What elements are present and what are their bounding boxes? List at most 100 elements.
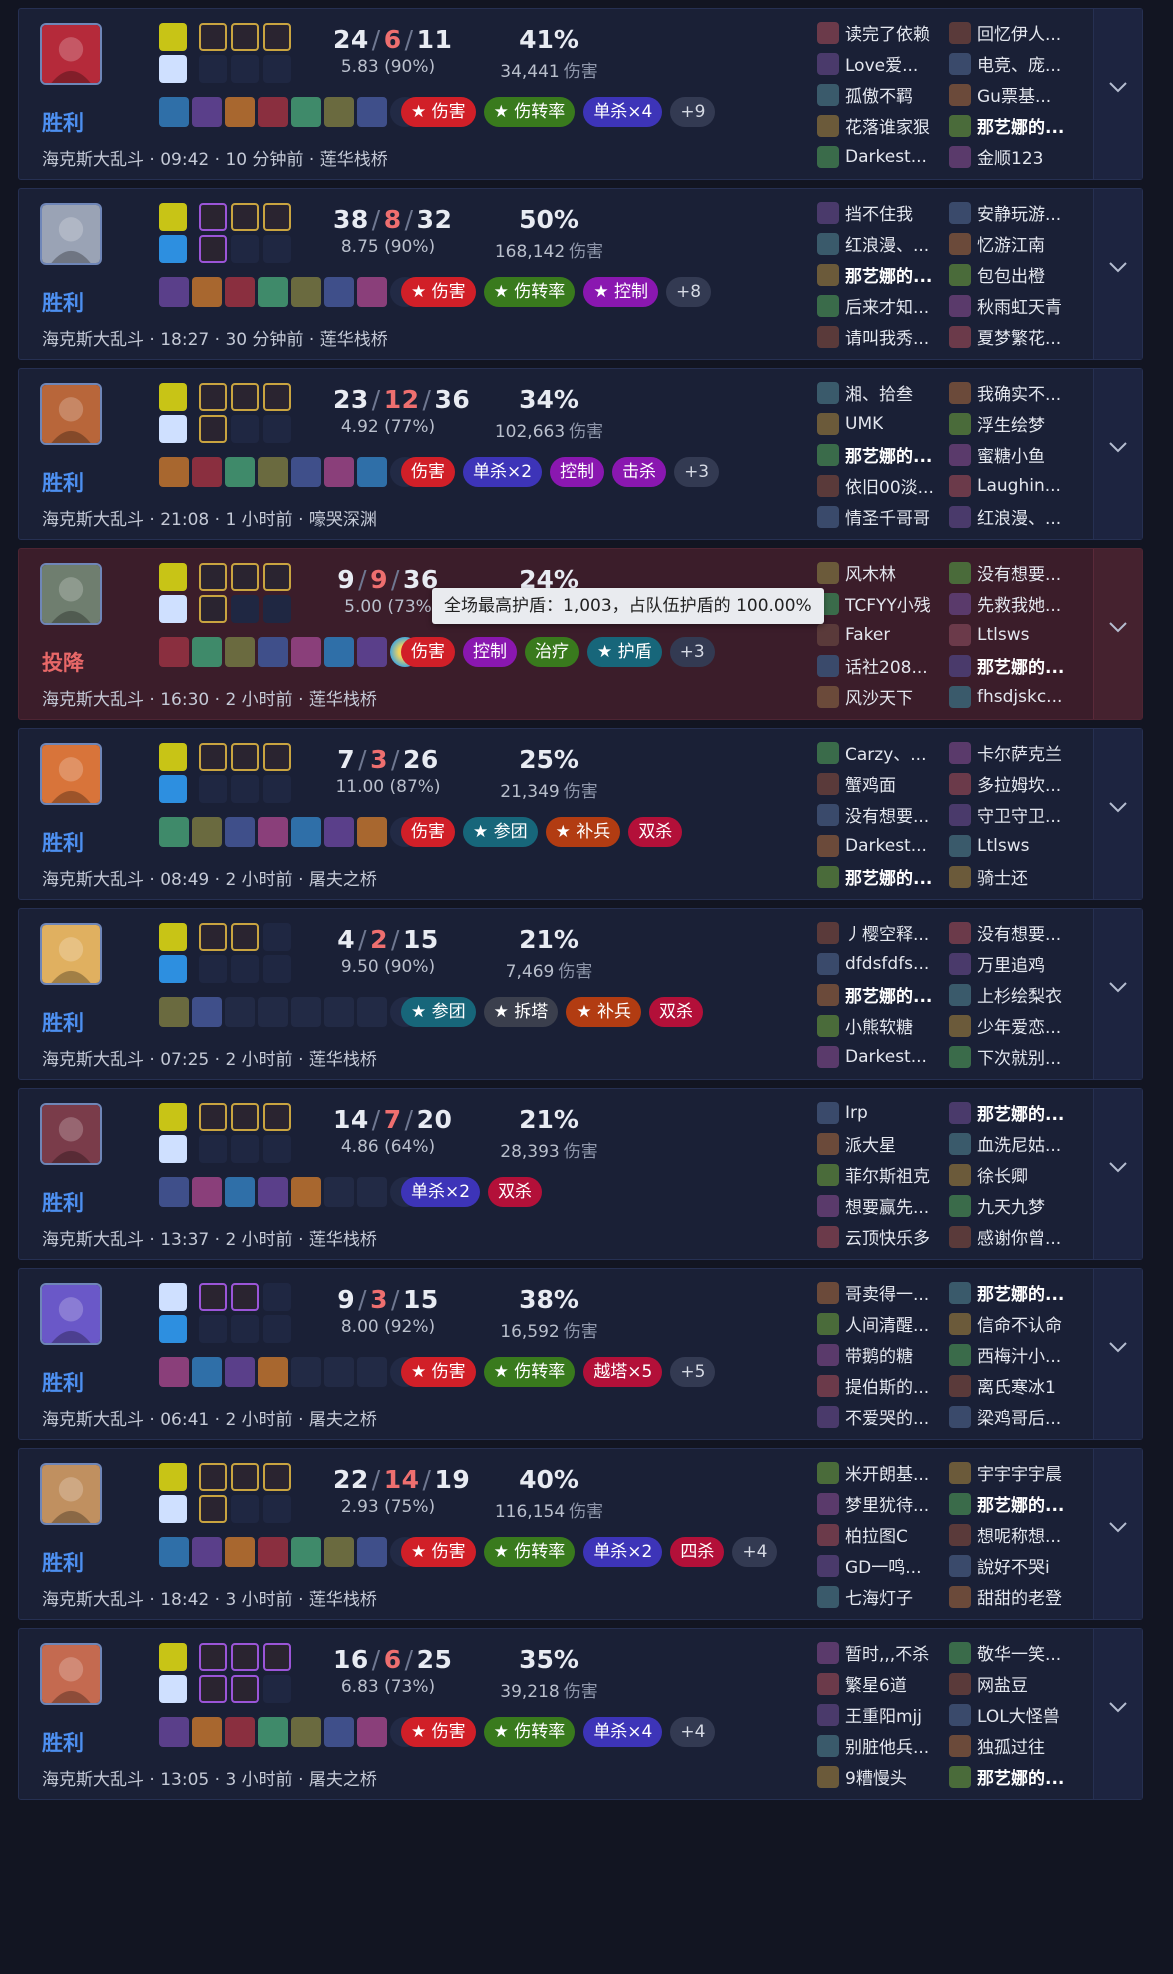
player-entry[interactable]: 回忆伊人... [949, 17, 1077, 48]
player-entry[interactable]: 米开朗基... [817, 1457, 945, 1488]
player-name[interactable]: 下次就别... [977, 1044, 1061, 1069]
player-name[interactable]: 别脏他兵... [845, 1733, 929, 1758]
player-entry[interactable]: 宇宇宇宇晨 [949, 1457, 1077, 1488]
player-name[interactable]: 花落谁家狠 [845, 113, 930, 138]
player-entry[interactable]: Irp [817, 1097, 945, 1128]
player-entry[interactable]: 信命不认命 [949, 1308, 1077, 1339]
player-entry[interactable]: 那艺娜的... [817, 861, 945, 892]
player-entry[interactable]: 那艺娜的... [949, 1761, 1077, 1792]
player-name[interactable]: 红浪漫、... [845, 231, 929, 256]
match-card[interactable]: 胜利 海克斯大乱斗 · 13:05 · 3 小时前 · 屠夫之桥 16/6/25 6.… [18, 1628, 1143, 1800]
player-name[interactable]: Ltlsws [977, 836, 1029, 856]
player-name[interactable]: 云顶快乐多 [845, 1224, 930, 1249]
player-name[interactable]: 梁鸡哥后... [977, 1404, 1061, 1429]
more-tags-badge[interactable]: +9 [670, 97, 716, 127]
player-entry[interactable]: 蜜糖小鱼 [949, 439, 1077, 470]
player-entry[interactable]: 想呢称想... [949, 1519, 1077, 1550]
player-entry[interactable]: 繁星6道 [817, 1668, 945, 1699]
player-entry[interactable]: 别脏他兵... [817, 1730, 945, 1761]
player-entry[interactable]: 风木林 [817, 557, 945, 588]
player-name[interactable]: 人间清醒... [845, 1311, 929, 1336]
player-name[interactable]: 梦里犹待... [845, 1491, 929, 1516]
player-name[interactable]: 多拉姆坎... [977, 771, 1061, 796]
player-entry[interactable]: 没有想要... [817, 799, 945, 830]
player-entry[interactable]: 徐长卿 [949, 1159, 1077, 1190]
player-name[interactable]: 感谢你曾... [977, 1224, 1061, 1249]
player-entry[interactable]: 不爱哭的... [817, 1401, 945, 1432]
player-name[interactable]: Laughin... [977, 476, 1061, 496]
player-name[interactable]: 我确实不... [977, 380, 1061, 405]
player-entry[interactable]: 忆游江南 [949, 228, 1077, 259]
player-name[interactable]: 金顺123 [977, 144, 1043, 169]
match-card[interactable]: 投降 海克斯大乱斗 · 16:30 · 2 小时前 · 莲华栈桥 9/9/36 5.0… [18, 548, 1143, 720]
player-name[interactable]: 想要赢先... [845, 1193, 929, 1218]
player-entry[interactable]: fhsdjskc... [949, 681, 1077, 712]
player-name[interactable]: 风木林 [845, 560, 896, 585]
player-name[interactable]: 上杉绘梨衣 [977, 982, 1062, 1007]
expand-match-button[interactable] [1093, 1629, 1142, 1799]
player-entry[interactable]: 暂时,,,不杀 [817, 1637, 945, 1668]
player-name[interactable]: Darkest... [845, 147, 927, 167]
player-name[interactable]: 包包出橙 [977, 262, 1045, 287]
player-entry[interactable]: 挡不住我 [817, 197, 945, 228]
player-name[interactable]: 九天九梦 [977, 1193, 1045, 1218]
player-name[interactable]: Carzy、... [845, 740, 926, 765]
player-name[interactable]: 浮生绘梦 [977, 411, 1045, 436]
player-entry[interactable]: Darkest... [817, 830, 945, 861]
player-entry[interactable]: 红浪漫、... [817, 228, 945, 259]
player-entry[interactable]: 七海灯子 [817, 1581, 945, 1612]
player-entry[interactable]: 没有想要... [949, 557, 1077, 588]
player-name[interactable]: 米开朗基... [845, 1460, 929, 1485]
player-entry[interactable]: 离氏寒冰1 [949, 1370, 1077, 1401]
player-entry[interactable]: Laughin... [949, 470, 1077, 501]
player-name[interactable]: 王重阳mjj [845, 1702, 922, 1727]
player-entry[interactable]: 后来才知... [817, 290, 945, 321]
player-name[interactable]: 那艺娜的... [845, 982, 932, 1007]
player-name[interactable]: 那艺娜的... [977, 1100, 1064, 1125]
player-entry[interactable]: UMK [817, 408, 945, 439]
player-name[interactable]: 没有想要... [977, 920, 1061, 945]
player-name[interactable]: LOL大怪兽 [977, 1702, 1060, 1727]
player-name[interactable]: 信命不认命 [977, 1311, 1062, 1336]
player-entry[interactable]: 甜甜的老登 [949, 1581, 1077, 1612]
player-name[interactable]: 读完了依赖 [845, 20, 930, 45]
player-entry[interactable]: Ltlsws [949, 830, 1077, 861]
player-name[interactable]: 万里追鸡 [977, 951, 1045, 976]
player-entry[interactable]: dfdsfdfs... [817, 948, 945, 979]
player-entry[interactable]: LOL大怪兽 [949, 1699, 1077, 1730]
player-entry[interactable]: 夏梦繁花... [949, 321, 1077, 352]
player-name[interactable]: Love爱... [845, 51, 918, 76]
player-name[interactable]: TCFYY小残 [845, 591, 931, 616]
player-entry[interactable]: 那艺娜的... [949, 1488, 1077, 1519]
more-tags-badge[interactable]: +3 [674, 457, 720, 487]
player-name[interactable]: 少年爱恋... [977, 1013, 1061, 1038]
expand-match-button[interactable] [1093, 369, 1142, 539]
player-name[interactable]: 骑士还 [977, 864, 1028, 889]
expand-match-button[interactable] [1093, 1449, 1142, 1619]
player-name[interactable]: 那艺娜的... [977, 1280, 1064, 1305]
player-entry[interactable]: 蟹鸡面 [817, 768, 945, 799]
player-name[interactable]: 电竞、庞... [977, 51, 1061, 76]
player-name[interactable]: fhsdjskc... [977, 687, 1062, 707]
player-entry[interactable]: 小熊软糖 [817, 1010, 945, 1041]
player-name[interactable]: 哥卖得一... [845, 1280, 929, 1305]
player-name[interactable]: 蟹鸡面 [845, 771, 896, 796]
player-name[interactable]: 先救我她... [977, 591, 1061, 616]
more-tags-badge[interactable]: +5 [670, 1357, 716, 1387]
player-entry[interactable]: TCFYY小残 [817, 588, 945, 619]
player-name[interactable]: 想呢称想... [977, 1522, 1061, 1547]
player-name[interactable]: 网盐豆 [977, 1671, 1028, 1696]
player-name[interactable]: 请叫我秀... [845, 324, 929, 349]
player-entry[interactable]: Faker [817, 619, 945, 650]
player-name[interactable]: 挡不住我 [845, 200, 913, 225]
match-card[interactable]: 胜利 海克斯大乱斗 · 09:42 · 10 分钟前 · 莲华栈桥 24/6/11 5… [18, 8, 1143, 180]
more-tags-badge[interactable]: +8 [665, 277, 712, 307]
more-tags-badge[interactable]: +4 [670, 1717, 716, 1747]
more-tags-badge[interactable]: +4 [732, 1537, 778, 1567]
player-name[interactable]: 七海灯子 [845, 1584, 913, 1609]
player-entry[interactable]: 王重阳mjj [817, 1699, 945, 1730]
player-entry[interactable]: 那艺娜的... [949, 110, 1077, 141]
player-entry[interactable]: 湘、拾叁 [817, 377, 945, 408]
match-card[interactable]: 胜利 海克斯大乱斗 · 07:25 · 2 小时前 · 莲华栈桥 4/2/15 9.5… [18, 908, 1143, 1080]
player-name[interactable]: 守卫守卫... [977, 802, 1061, 827]
